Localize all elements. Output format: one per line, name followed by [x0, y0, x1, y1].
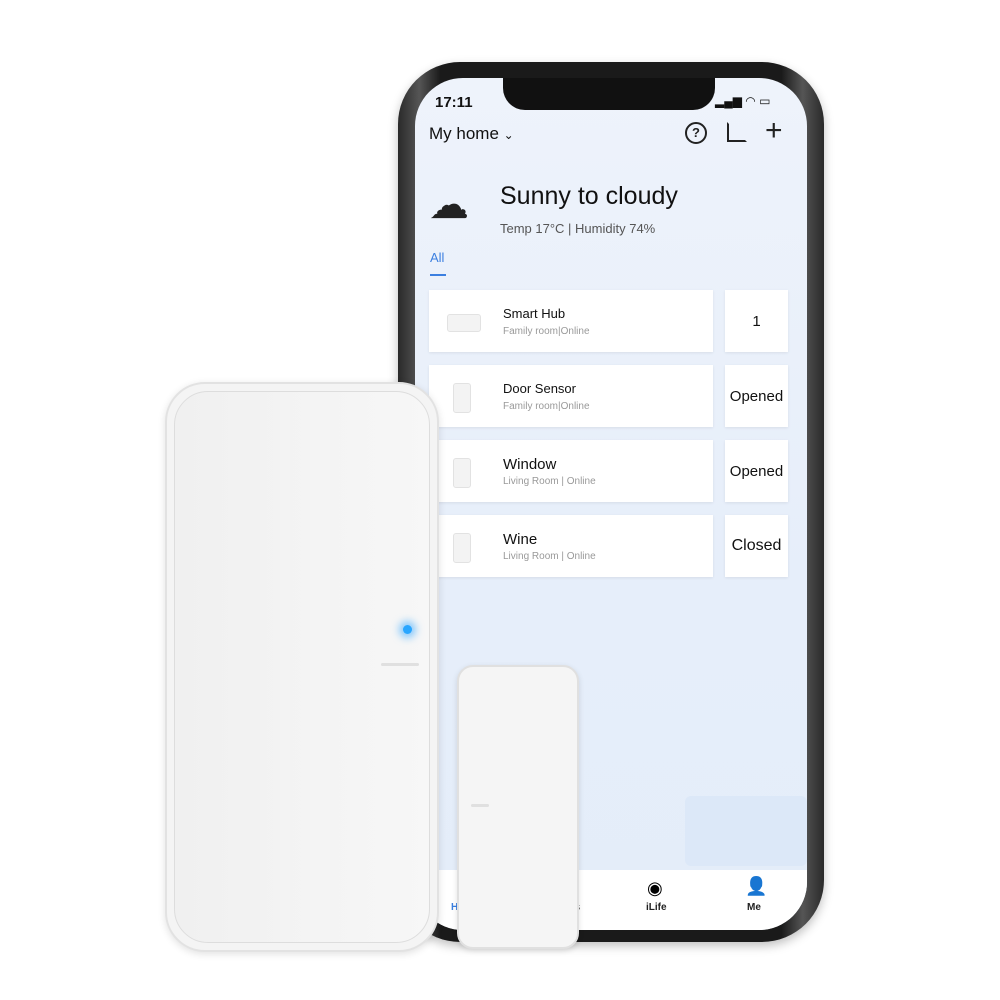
device-name: Door Sensor — [503, 381, 576, 396]
device-name: Smart Hub — [503, 306, 566, 321]
device-name: Window — [503, 456, 557, 473]
notch — [503, 78, 715, 110]
device-status[interactable]: Closed — [725, 515, 788, 577]
chevron-down-icon: ⌄ — [503, 128, 514, 142]
led-indicator — [403, 625, 412, 634]
nav-ilife[interactable]: iLife — [646, 902, 667, 913]
status-icons: ▂▄▆ ◠ ▭ — [715, 94, 771, 108]
tab-all[interactable]: All — [430, 250, 444, 265]
device-card-smart-hub[interactable]: Smart Hub Family room|Online — [429, 290, 713, 352]
device-card-door-sensor[interactable]: Door Sensor Family room|Online — [429, 365, 713, 427]
device-location: Living Room | Online — [503, 476, 596, 487]
nav-me[interactable]: Me — [747, 902, 761, 913]
door-sensor-magnet — [457, 665, 579, 949]
sensor-thumbnail — [453, 383, 471, 413]
magnet-slot — [471, 804, 489, 807]
device-location: Living Room | Online — [503, 551, 596, 562]
device-name: Wine — [503, 531, 538, 548]
hub-thumbnail — [447, 314, 481, 332]
user-icon: 👤 — [745, 876, 768, 896]
door-sensor-main-unit — [165, 382, 439, 952]
sensor-face — [174, 391, 430, 943]
home-selector[interactable]: My home ⌄ — [429, 124, 514, 144]
help-circle-icon[interactable]: ? — [685, 122, 707, 144]
edit-icon[interactable] — [727, 122, 747, 142]
device-location: Family room|Online — [503, 401, 590, 412]
device-status[interactable]: 1 — [725, 290, 788, 352]
status-time: 17:11 — [435, 94, 473, 111]
device-card-wine[interactable]: Wine Living Room | Online — [429, 515, 713, 577]
tab-indicator — [430, 274, 446, 276]
sofa-illustration — [685, 796, 807, 866]
device-card-window[interactable]: Window Living Room | Online — [429, 440, 713, 502]
plus-icon[interactable]: + — [765, 114, 783, 148]
weather-title: Sunny to cloudy — [500, 182, 678, 210]
home-label: My home — [429, 124, 499, 143]
device-status[interactable]: Opened — [725, 365, 788, 427]
device-status[interactable]: Opened — [725, 440, 788, 502]
partly-cloudy-icon: ☁ — [429, 183, 469, 227]
sensor-thumbnail — [453, 533, 471, 563]
device-location: Family room|Online — [503, 326, 590, 337]
sensor-thumbnail — [453, 458, 471, 488]
weather-details: Temp 17°C | Humidity 74% — [500, 221, 656, 236]
sensor-slot — [381, 663, 419, 666]
eye-icon: ◉ — [647, 878, 663, 898]
